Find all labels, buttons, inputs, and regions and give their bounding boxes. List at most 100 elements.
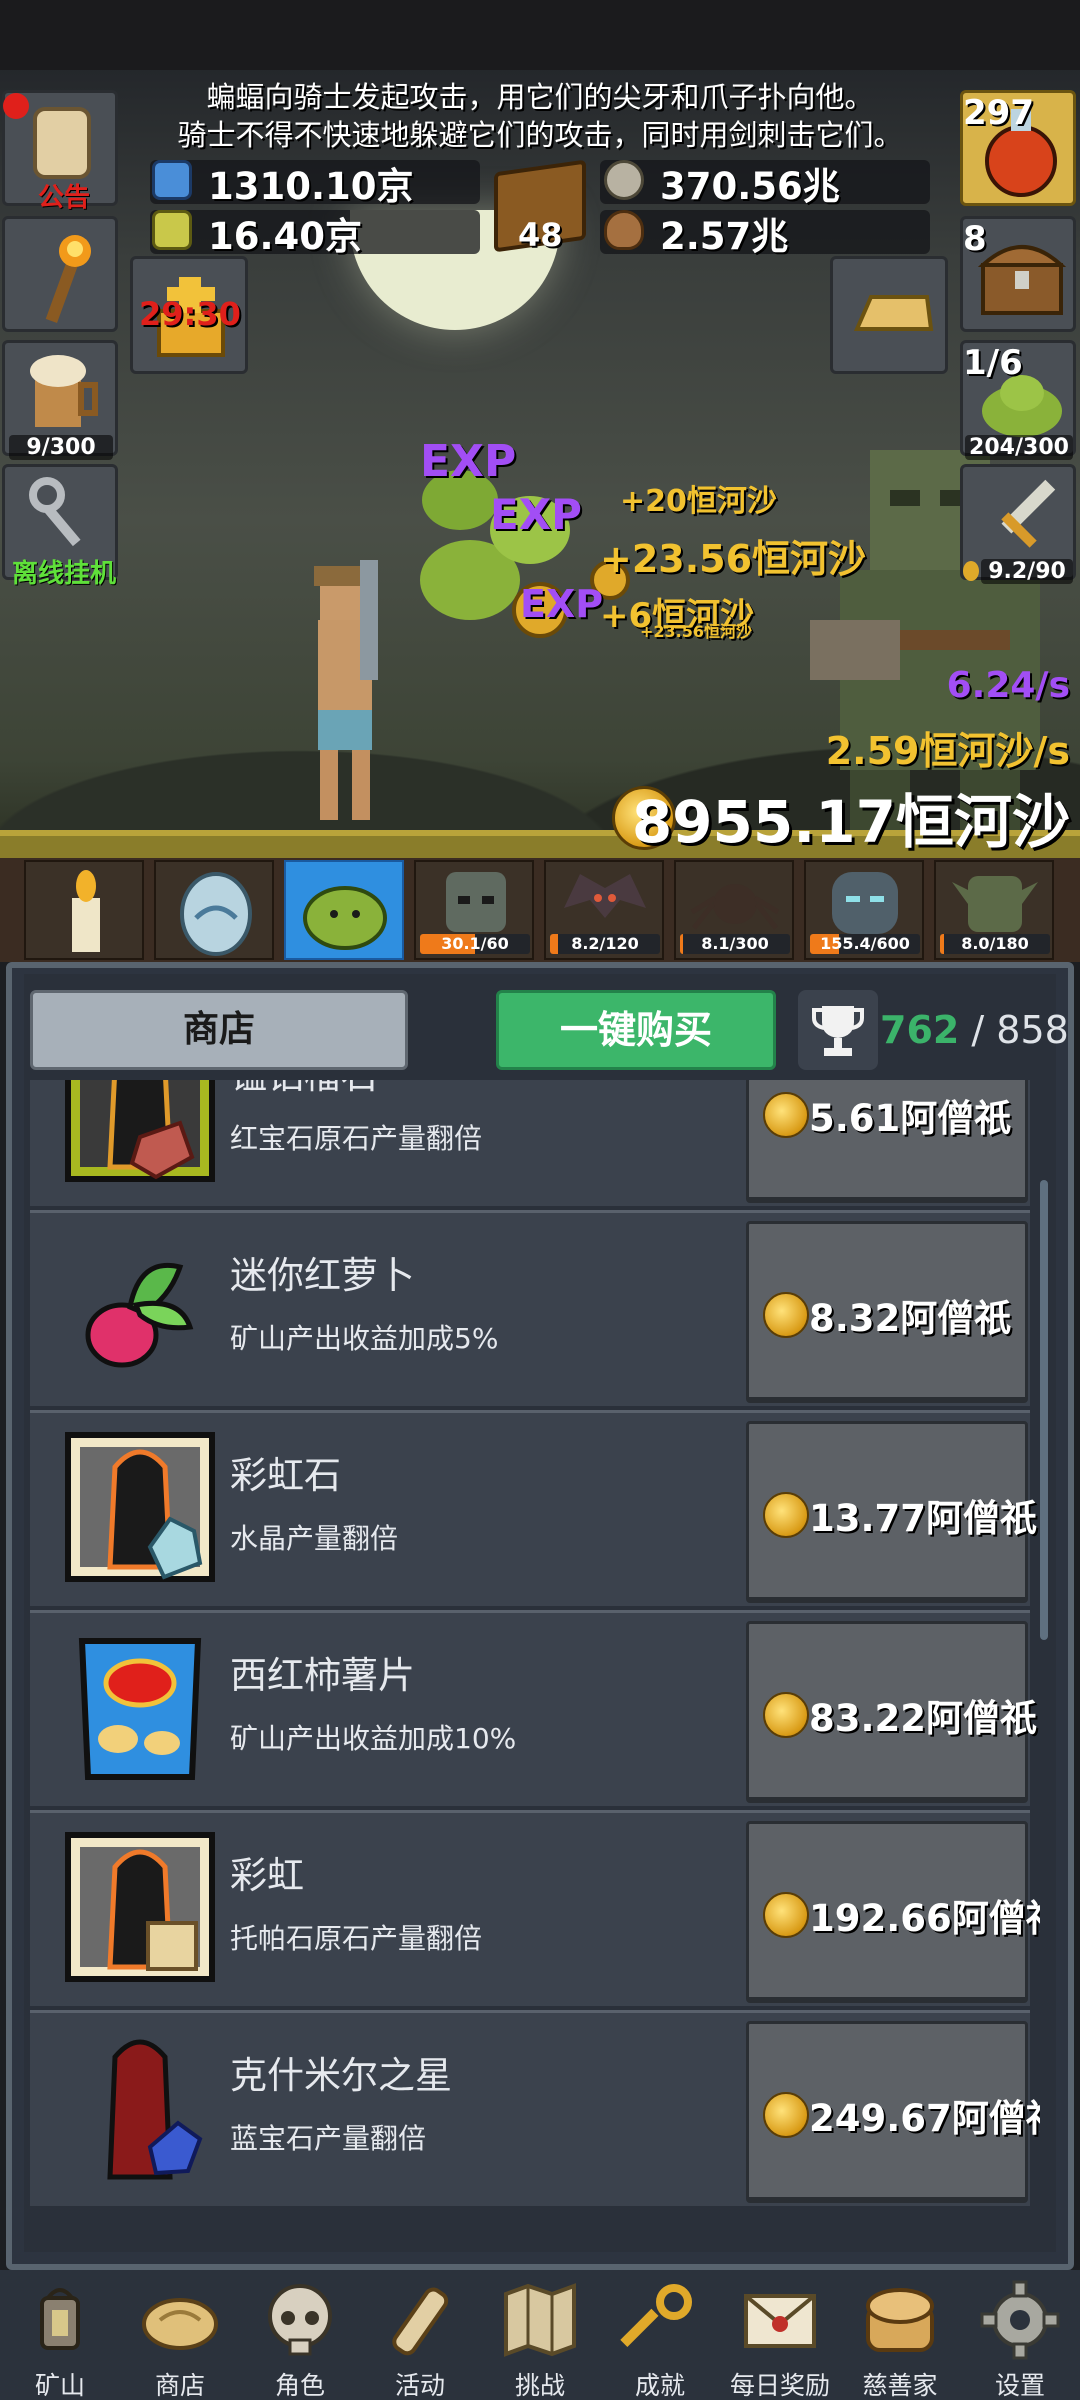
nav-challenge[interactable]: 挑战	[480, 2270, 600, 2400]
kashmir-sapphire-icon	[107, 2039, 203, 2180]
nav-label: 挑战	[514, 2371, 565, 2400]
gold-coin-icon	[763, 1692, 809, 1738]
seed-amount: 2.57兆	[660, 215, 789, 258]
offline-idle-button[interactable]: 离线挂机	[2, 464, 118, 589]
monster-progress: 30.1/60	[441, 934, 509, 953]
buy-item-button[interactable]: 192.66阿僧祇	[746, 1821, 1040, 2003]
bread-icon	[142, 2298, 218, 2350]
coin-popup: +23.56恒河沙	[600, 537, 867, 581]
key-icon	[620, 2284, 692, 2347]
monster-slot-zombie[interactable]: 30.1/60	[414, 860, 534, 960]
nav-settings[interactable]: 设置	[960, 2270, 1080, 2400]
bat-icon	[564, 874, 646, 918]
potion-button[interactable]: 297	[960, 90, 1076, 206]
notice-label: 公告	[37, 183, 90, 213]
chest-button[interactable]: 8	[960, 216, 1076, 332]
drink-button[interactable]: 9/300	[2, 340, 118, 460]
monster-slot-ghost[interactable]: 155.4/600	[804, 860, 924, 960]
radish-icon	[85, 1262, 194, 1368]
item-price: 83.22阿僧祇	[809, 1697, 1038, 1740]
nav-events[interactable]: 活动	[360, 2270, 480, 2400]
spider-icon	[690, 884, 780, 930]
gold-ingot-icon	[853, 295, 934, 331]
item-name: 西红柿薯片	[230, 1654, 415, 1697]
monster-slot-goblin[interactable]: 8.0/180	[934, 860, 1054, 960]
exp-rate: 6.24/s	[946, 665, 1070, 706]
shop-item[interactable]: 迷你红萝卜 矿山产出收益加成5% 8.32阿僧祇	[30, 1210, 1030, 1406]
notice-button[interactable]: 公告	[2, 90, 118, 213]
monster-slot-slime[interactable]	[284, 860, 404, 960]
gold-coin-icon	[763, 1092, 809, 1138]
item-description: 水晶产量翻倍	[230, 1522, 399, 1555]
loaf-icon	[866, 2288, 934, 2352]
buy-item-button[interactable]: 83.22阿僧祇	[746, 1621, 1037, 1803]
sword-upgrade-button[interactable]: 9.2/90	[960, 464, 1076, 584]
trophy-badge	[798, 990, 878, 1070]
item-name: 锰铝榴石	[230, 1080, 378, 1099]
status-bar	[0, 0, 1080, 70]
shop-item[interactable]: 彩虹石 水晶产量翻倍 13.77阿僧祇	[30, 1410, 1037, 1606]
monster-progress-bar: 30.1/60	[420, 934, 530, 954]
buy-item-button[interactable]: 13.77阿僧祇	[746, 1421, 1037, 1603]
item-name: 彩虹石	[230, 1454, 341, 1497]
slime-quest-button[interactable]: 1/6 204/300	[960, 340, 1076, 460]
monster-slot-candle[interactable]	[24, 860, 144, 960]
torch-button[interactable]	[2, 216, 118, 332]
spessartine-garnet-icon	[65, 1080, 215, 1182]
nav-philanthropist[interactable]: 慈善家	[840, 2270, 960, 2400]
buy-item-button[interactable]: 5.61阿僧祇	[746, 1080, 1028, 1203]
tab-shop[interactable]: 商店	[30, 990, 408, 1070]
shop-item[interactable]: 克什米尔之星 蓝宝石产量翻倍 249.67阿僧祇	[30, 2010, 1040, 2206]
buy-all-button[interactable]: 一键购买	[496, 990, 776, 1070]
goblin-icon	[952, 876, 1038, 932]
story-line-2: 骑士不得不快速地躲避它们的攻击，同时用剑刺击它们。	[177, 118, 903, 152]
item-name: 迷你红萝卜	[230, 1254, 415, 1297]
gold-ingot-button[interactable]	[830, 256, 948, 374]
monster-slot-egg[interactable]	[154, 860, 274, 960]
shop-item-list[interactable]: 锰铝榴石 红宝石原石产量翻倍 5.61阿僧祇 迷你红萝卜 矿山产出收益加成5% …	[30, 1080, 1040, 2248]
trophy-icon	[812, 1006, 864, 1056]
monster-slot-spider[interactable]: 8.1/300	[674, 860, 794, 960]
monster-slot-bat[interactable]: 8.2/120	[544, 860, 664, 960]
shop-item[interactable]: 锰铝榴石 红宝石原石产量翻倍 5.61阿僧祇	[30, 1080, 1030, 1206]
zombie-icon	[446, 872, 506, 932]
item-name: 彩虹	[230, 1854, 304, 1897]
gold-coin-icon	[763, 2092, 809, 2138]
nav-label: 每日奖励	[729, 2371, 830, 2400]
nav-mine[interactable]: 矿山	[0, 2270, 120, 2400]
item-price: 249.67阿僧祇	[809, 2097, 1040, 2140]
trophy-count: 762 / 858	[880, 1005, 1069, 1055]
potion-count: 297	[963, 93, 1034, 133]
green-potion-icon	[152, 210, 192, 250]
green-potion-amount: 16.40京	[208, 215, 363, 258]
gold-coin-icon	[763, 1892, 809, 1938]
blue-potion-icon	[152, 160, 192, 200]
item-price: 8.32阿僧祇	[809, 1297, 1012, 1340]
ghost-icon	[832, 872, 898, 934]
shop-item[interactable]: 西红柿薯片 矿山产出收益加成10% 83.22阿僧祇	[30, 1610, 1037, 1806]
list-scrollbar[interactable]	[1040, 1180, 1048, 1640]
blue-potion-amount: 1310.10京	[208, 165, 414, 208]
torch-icon	[45, 235, 91, 324]
nav-character[interactable]: 角色	[240, 2270, 360, 2400]
treasure-timer-button[interactable]: 29:30	[130, 256, 248, 374]
nav-label: 成就	[634, 2371, 685, 2400]
exp-popup: EXP	[420, 436, 517, 487]
beer-mug-icon	[30, 355, 98, 427]
chest-count: 8	[963, 219, 987, 259]
shop-item[interactable]: 彩虹 托帕石原石产量翻倍 192.66阿僧祇	[30, 1810, 1040, 2006]
nav-daily-reward[interactable]: 每日奖励	[720, 2270, 840, 2400]
slime-kill-count: 1/6	[963, 343, 1023, 383]
nav-shop[interactable]: 商店	[120, 2270, 240, 2400]
monster-progress-bar: 8.2/120	[550, 934, 660, 954]
buy-item-button[interactable]: 8.32阿僧祇	[746, 1221, 1028, 1403]
nav-achievements[interactable]: 成就	[600, 2270, 720, 2400]
nav-label: 活动	[394, 2371, 445, 2400]
buy-item-button[interactable]: 249.67阿僧祇	[746, 2021, 1040, 2203]
item-price: 13.77阿僧祇	[809, 1497, 1038, 1540]
monster-progress: 8.0/180	[961, 934, 1029, 953]
coin-rate: 2.59恒河沙/s	[825, 729, 1070, 773]
nav-label: 矿山	[34, 2371, 85, 2400]
coin-icon	[963, 561, 979, 581]
treasure-timer: 29:30	[139, 295, 241, 333]
